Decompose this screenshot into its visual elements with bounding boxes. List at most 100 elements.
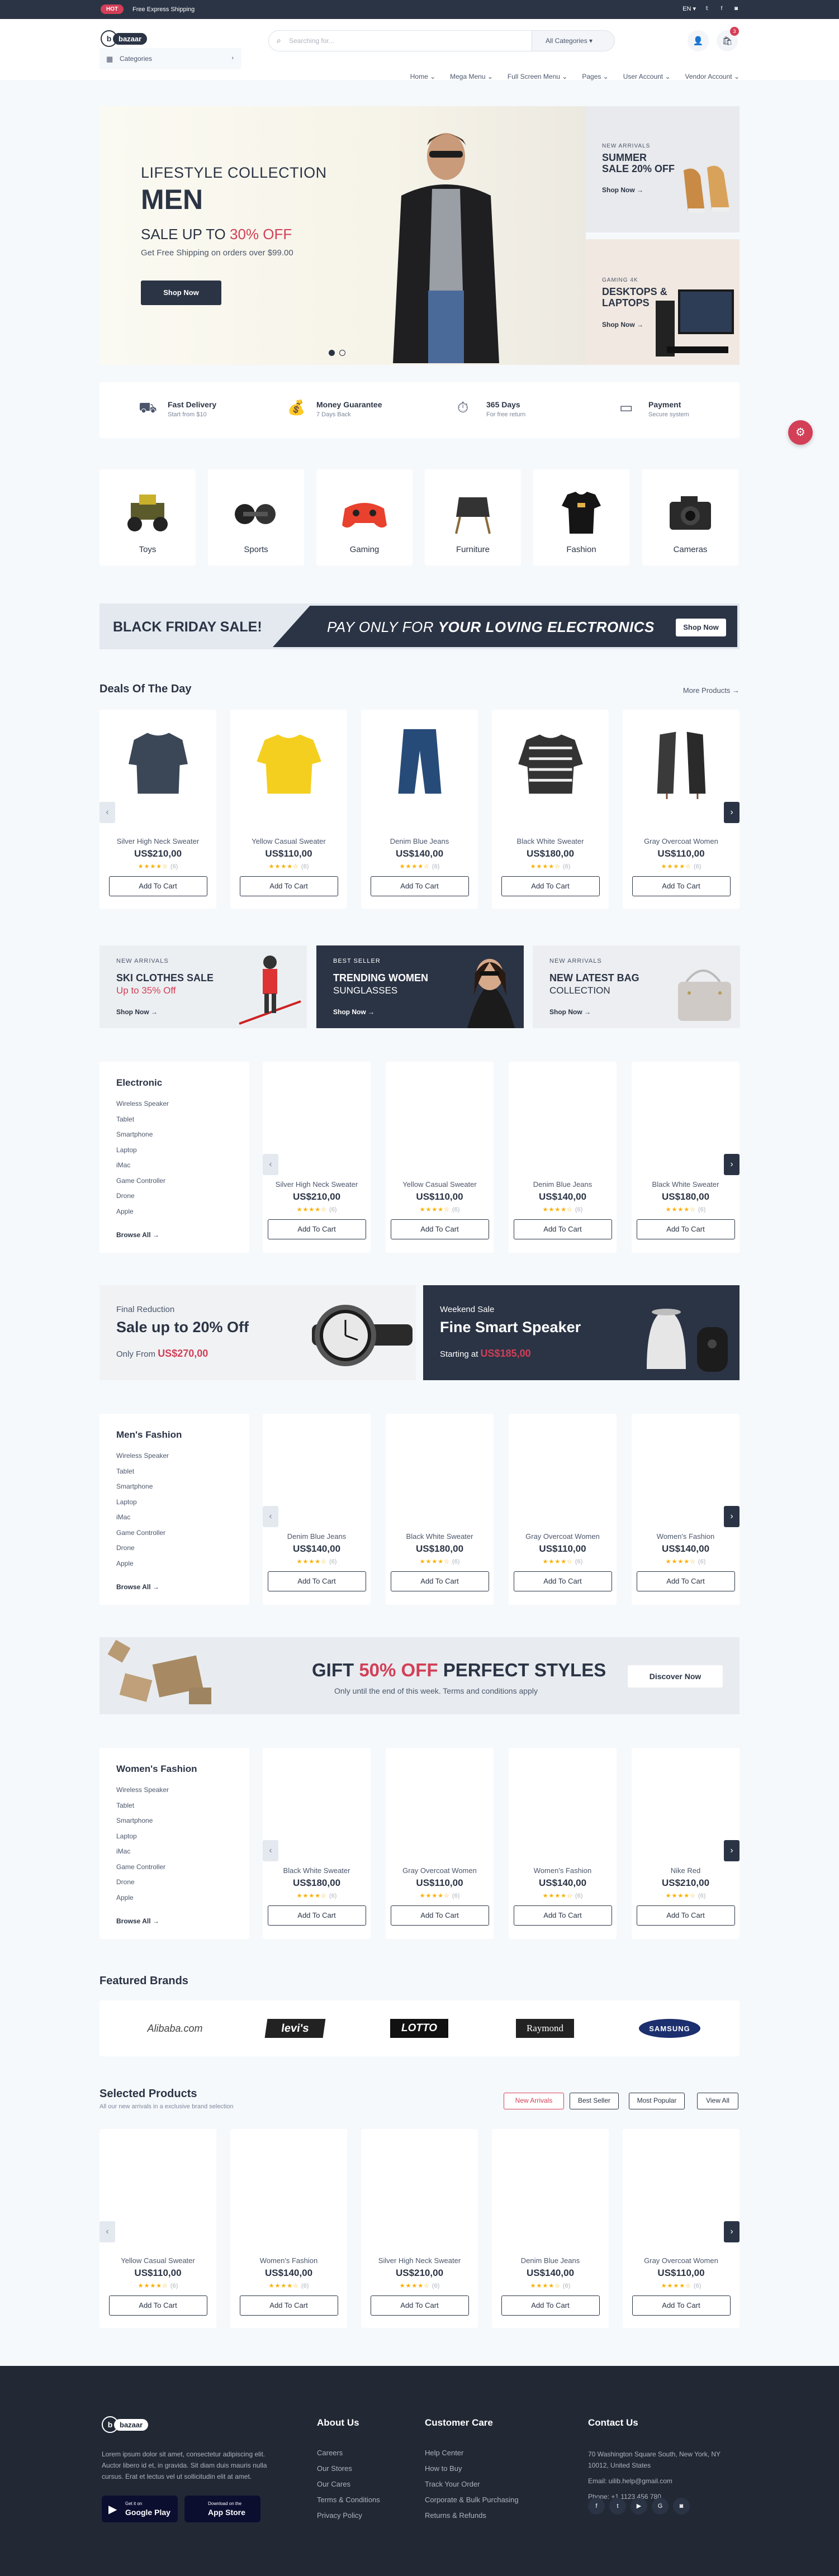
tab-most-popular[interactable]: Most Popular: [629, 2093, 685, 2109]
product-name[interactable]: Gray Overcoat Women: [623, 837, 740, 845]
tab-new-arrivals[interactable]: New Arrivals: [504, 2093, 564, 2109]
nav-vendor-account[interactable]: Vendor Account ⌄: [685, 73, 740, 80]
product-card[interactable]: Denim Blue Jeans US$140,00 ★★★★☆ (6) Add To …: [509, 1062, 617, 1253]
product-name[interactable]: Denim Blue Jeans: [361, 837, 478, 845]
instagram-icon[interactable]: ◙: [733, 6, 740, 12]
cart-icon[interactable]: 🛍 3: [717, 27, 739, 51]
product-card[interactable]: Women's Fashion US$140,00 ★★★★☆ (6) Add To C…: [509, 1748, 617, 1939]
brand-samsung[interactable]: SAMSUNG: [639, 2019, 700, 2038]
nav-mega-menu[interactable]: Mega Menu ⌄: [450, 73, 493, 80]
product-name[interactable]: Black White Sweater: [492, 837, 609, 845]
add-to-cart-button[interactable]: Add To Cart: [632, 2295, 731, 2316]
add-to-cart-button[interactable]: Add To Cart: [390, 1571, 489, 1591]
add-to-cart-button[interactable]: Add To Cart: [636, 1571, 735, 1591]
add-to-cart-button[interactable]: Add To Cart: [267, 1219, 366, 1239]
language-selector[interactable]: EN ▾: [682, 5, 696, 12]
sidebar-category-item[interactable]: Drone: [116, 1875, 169, 1890]
promo-ski[interactable]: NEW ARRIVALS SKI CLOTHES SALE Up to 35% …: [99, 945, 307, 1028]
footer-link-stores[interactable]: Our Stores: [317, 2464, 352, 2473]
black-friday-shop-button[interactable]: Shop Now: [676, 619, 726, 636]
instagram-icon[interactable]: ◙: [673, 2498, 690, 2515]
add-to-cart-button[interactable]: Add To Cart: [501, 876, 600, 896]
product-card[interactable]: Denim Blue Jeans US$140,00 ★★★★☆ (6) Add To …: [361, 710, 478, 909]
browse-all-link[interactable]: Browse All →: [116, 1917, 159, 1925]
sidebar-category-item[interactable]: Apple: [116, 1890, 169, 1906]
user-icon[interactable]: 👤: [688, 30, 709, 51]
product-card[interactable]: Gray Overcoat Women US$110,00 ★★★★☆ (6) Add …: [386, 1748, 494, 1939]
product-name[interactable]: Women's Fashion: [509, 1866, 617, 1875]
add-to-cart-button[interactable]: Add To Cart: [267, 1905, 366, 1926]
footer-link-returns[interactable]: Returns & Refunds: [425, 2511, 486, 2520]
google-play-button[interactable]: ▶ Get it on Google Play: [102, 2496, 178, 2522]
facebook-icon[interactable]: f: [718, 6, 725, 12]
twitter-icon[interactable]: 𝕥: [704, 6, 710, 12]
categories-button[interactable]: ▦ Categories ›: [99, 48, 241, 69]
sidebar-category-item[interactable]: iMac: [116, 1510, 169, 1525]
carousel-prev-icon[interactable]: ‹: [99, 2221, 115, 2242]
youtube-icon[interactable]: ▶: [631, 2498, 647, 2515]
add-to-cart-button[interactable]: Add To Cart: [239, 2295, 338, 2316]
sidebar-category-item[interactable]: Game Controller: [116, 1860, 169, 1875]
add-to-cart-button[interactable]: Add To Cart: [636, 1219, 735, 1239]
category-select[interactable]: All Categories ▾: [532, 31, 614, 51]
carousel-next-icon[interactable]: ›: [724, 2221, 740, 2242]
brand-raymond[interactable]: Raymond: [516, 2019, 574, 2038]
brand-levis[interactable]: levi's: [264, 2019, 326, 2038]
product-card[interactable]: Gray Overcoat Women US$110,00 ★★★★☆ (6) Add …: [623, 710, 740, 909]
promo-ski-link[interactable]: Shop Now →: [116, 1008, 158, 1016]
app-store-button[interactable]: Download on the App Store: [184, 2496, 260, 2522]
product-name[interactable]: Yellow Casual Sweater: [386, 1180, 494, 1189]
promo-final-reduction[interactable]: Final Reduction Sale up to 20% Off Only …: [99, 1285, 416, 1380]
category-cameras[interactable]: Cameras: [642, 469, 738, 565]
footer-link-careers[interactable]: Careers: [317, 2449, 343, 2457]
footer-link-privacy[interactable]: Privacy Policy: [317, 2511, 362, 2520]
browse-all-link[interactable]: Browse All →: [116, 1231, 159, 1239]
hero-shop-now-button[interactable]: Shop Now: [141, 281, 221, 305]
product-card[interactable]: Denim Blue Jeans US$140,00 ★★★★☆ (6) Add To …: [263, 1414, 371, 1605]
promo-sunglasses-link[interactable]: Shop Now →: [333, 1008, 375, 1016]
side-promo-gaming[interactable]: GAMING 4K DESKTOPS & LAPTOPS Shop Now →: [586, 239, 740, 365]
side-promo-summer-link[interactable]: Shop Now →: [602, 186, 643, 194]
sidebar-category-item[interactable]: Laptop: [116, 1829, 169, 1845]
product-name[interactable]: Gray Overcoat Women: [623, 2256, 740, 2265]
promo-bags-link[interactable]: Shop Now →: [549, 1008, 591, 1016]
add-to-cart-button[interactable]: Add To Cart: [390, 1219, 489, 1239]
footer-link-help[interactable]: Help Center: [425, 2449, 463, 2457]
settings-fab-icon[interactable]: ⚙: [788, 420, 813, 445]
nav-user-account[interactable]: User Account ⌄: [623, 73, 671, 80]
carousel-prev-icon[interactable]: ‹: [99, 802, 115, 823]
product-card[interactable]: Silver High Neck Sweater US$210,00 ★★★★☆ (6…: [361, 2129, 478, 2328]
product-card[interactable]: Black White Sweater US$180,00 ★★★★☆ (6) Add …: [492, 710, 609, 909]
product-card[interactable]: Yellow Casual Sweater US$110,00 ★★★★☆ (6) Ad…: [386, 1062, 494, 1253]
product-name[interactable]: Denim Blue Jeans: [509, 1180, 617, 1189]
sidebar-category-item[interactable]: Tablet: [116, 1112, 169, 1128]
promo-smart-speaker[interactable]: Weekend Sale Fine Smart Speaker Starting…: [423, 1285, 740, 1380]
footer-link-cares[interactable]: Our Cares: [317, 2480, 350, 2488]
carousel-dot[interactable]: [339, 350, 345, 356]
add-to-cart-button[interactable]: Add To Cart: [370, 2295, 469, 2316]
browse-all-link[interactable]: Browse All →: [116, 1583, 159, 1591]
product-card[interactable]: Silver High Neck Sweater US$210,00 ★★★★☆ (6…: [263, 1062, 371, 1253]
sidebar-category-item[interactable]: Smartphone: [116, 1479, 169, 1495]
add-to-cart-button[interactable]: Add To Cart: [513, 1905, 612, 1926]
add-to-cart-button[interactable]: Add To Cart: [632, 876, 731, 896]
google-icon[interactable]: G: [652, 2498, 669, 2515]
footer-logo[interactable]: b bazaar: [102, 2416, 149, 2433]
product-name[interactable]: Denim Blue Jeans: [492, 2256, 609, 2265]
add-to-cart-button[interactable]: Add To Cart: [513, 1219, 612, 1239]
product-name[interactable]: Silver High Neck Sweater: [263, 1180, 371, 1189]
sidebar-category-item[interactable]: Apple: [116, 1204, 169, 1220]
footer-link-how-to-buy[interactable]: How to Buy: [425, 2464, 462, 2473]
product-name[interactable]: Yellow Casual Sweater: [99, 2256, 216, 2265]
sidebar-category-item[interactable]: Smartphone: [116, 1127, 169, 1143]
product-card[interactable]: Black White Sweater US$180,00 ★★★★☆ (6) Add …: [263, 1748, 371, 1939]
sidebar-category-item[interactable]: iMac: [116, 1844, 169, 1860]
sidebar-category-item[interactable]: iMac: [116, 1158, 169, 1173]
product-name[interactable]: Gray Overcoat Women: [509, 1532, 617, 1541]
product-card[interactable]: Yellow Casual Sweater US$110,00 ★★★★☆ (6) Ad…: [99, 2129, 216, 2328]
tab-best-seller[interactable]: Best Seller: [570, 2093, 619, 2109]
sidebar-category-item[interactable]: Game Controller: [116, 1173, 169, 1189]
product-name[interactable]: Women's Fashion: [632, 1532, 740, 1541]
category-fashion[interactable]: Fashion: [533, 469, 629, 565]
sidebar-category-item[interactable]: Game Controller: [116, 1525, 169, 1541]
